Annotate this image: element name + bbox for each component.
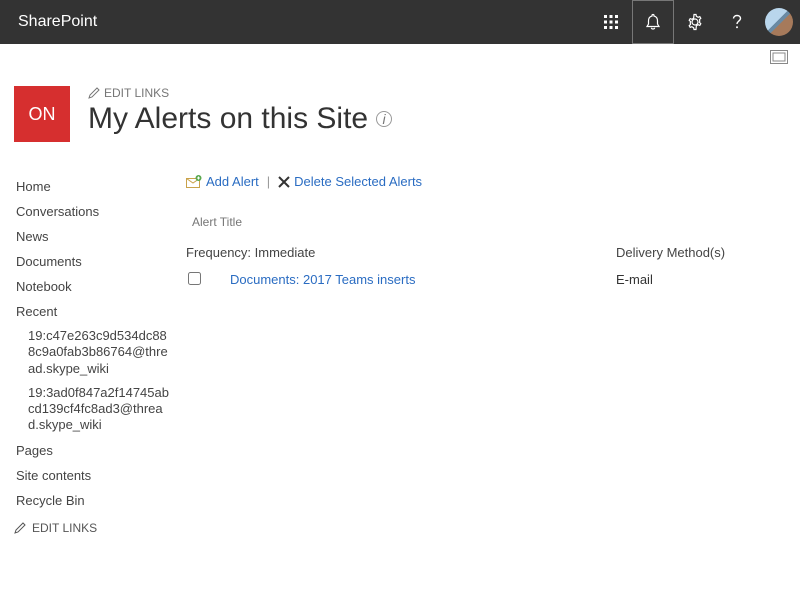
nav-item-documents[interactable]: Documents [14, 249, 174, 274]
subheader [0, 44, 800, 72]
alert-row-checkbox[interactable] [188, 272, 201, 285]
frequency-row: Frequency: Immediate Delivery Method(s) [186, 245, 786, 260]
add-alert-icon [186, 175, 202, 189]
nav-item-pages[interactable]: Pages [14, 438, 174, 463]
bell-icon [645, 13, 661, 31]
focus-content-button[interactable] [770, 50, 788, 67]
nav-subitem[interactable]: 19:c47e263c9d534dc888c9a0fab3b86764@thre… [14, 324, 174, 381]
edit-links-top[interactable]: EDIT LINKS [88, 86, 786, 100]
gear-icon [686, 13, 704, 31]
waffle-icon [603, 14, 619, 30]
nav-item-site-contents[interactable]: Site contents [14, 463, 174, 488]
page-header: ON EDIT LINKS My Alerts on this Site i [0, 72, 800, 148]
edit-links-bottom[interactable]: EDIT LINKS [14, 521, 174, 535]
delete-alert-icon [278, 176, 290, 188]
delete-selected-link[interactable]: Delete Selected Alerts [294, 174, 422, 189]
add-alert-link[interactable]: Add Alert [206, 174, 259, 189]
content-area: Home Conversations News Documents Notebo… [0, 148, 800, 535]
nav-item-news[interactable]: News [14, 224, 174, 249]
suite-bar-actions [590, 0, 800, 44]
edit-links-bottom-label: EDIT LINKS [32, 521, 97, 535]
focus-icon [770, 50, 788, 64]
alert-title-header: Alert Title [186, 211, 786, 233]
delivery-method-header: Delivery Method(s) [616, 245, 786, 260]
edit-links-label: EDIT LINKS [104, 86, 169, 100]
frequency-label: Frequency: Immediate [186, 245, 616, 260]
alert-row: Documents: 2017 Teams inserts E-mail [186, 272, 786, 288]
app-launcher-button[interactable] [590, 0, 632, 44]
site-logo[interactable]: ON [14, 86, 70, 142]
alert-name-link[interactable]: Documents: 2017 Teams inserts [218, 272, 415, 287]
user-avatar[interactable] [758, 0, 800, 44]
nav-item-recent[interactable]: Recent [14, 299, 174, 324]
suite-bar: SharePoint [0, 0, 800, 44]
info-icon[interactable]: i [376, 111, 392, 127]
nav-item-recycle-bin[interactable]: Recycle Bin [14, 488, 174, 513]
alert-delivery-method: E-mail [616, 272, 786, 287]
left-nav: Home Conversations News Documents Notebo… [14, 148, 182, 535]
nav-item-conversations[interactable]: Conversations [14, 199, 174, 224]
settings-button[interactable] [674, 0, 716, 44]
pencil-icon [88, 87, 100, 99]
notifications-button[interactable] [632, 0, 674, 44]
nav-item-home[interactable]: Home [14, 174, 174, 199]
pencil-icon [14, 522, 26, 534]
avatar-icon [765, 8, 793, 36]
main-panel: Add Alert | Delete Selected Alerts Alert… [182, 148, 786, 535]
page-title: My Alerts on this Site i [88, 102, 786, 136]
toolbar-separator: | [267, 174, 270, 189]
nav-item-notebook[interactable]: Notebook [14, 274, 174, 299]
help-button[interactable] [716, 0, 758, 44]
brand-label: SharePoint [0, 13, 590, 31]
page-title-text: My Alerts on this Site [88, 102, 368, 136]
nav-subitem[interactable]: 19:3ad0f847a2f14745abcd139cf4fc8ad3@thre… [14, 381, 174, 438]
question-icon [730, 13, 744, 31]
alerts-toolbar: Add Alert | Delete Selected Alerts [186, 174, 786, 189]
